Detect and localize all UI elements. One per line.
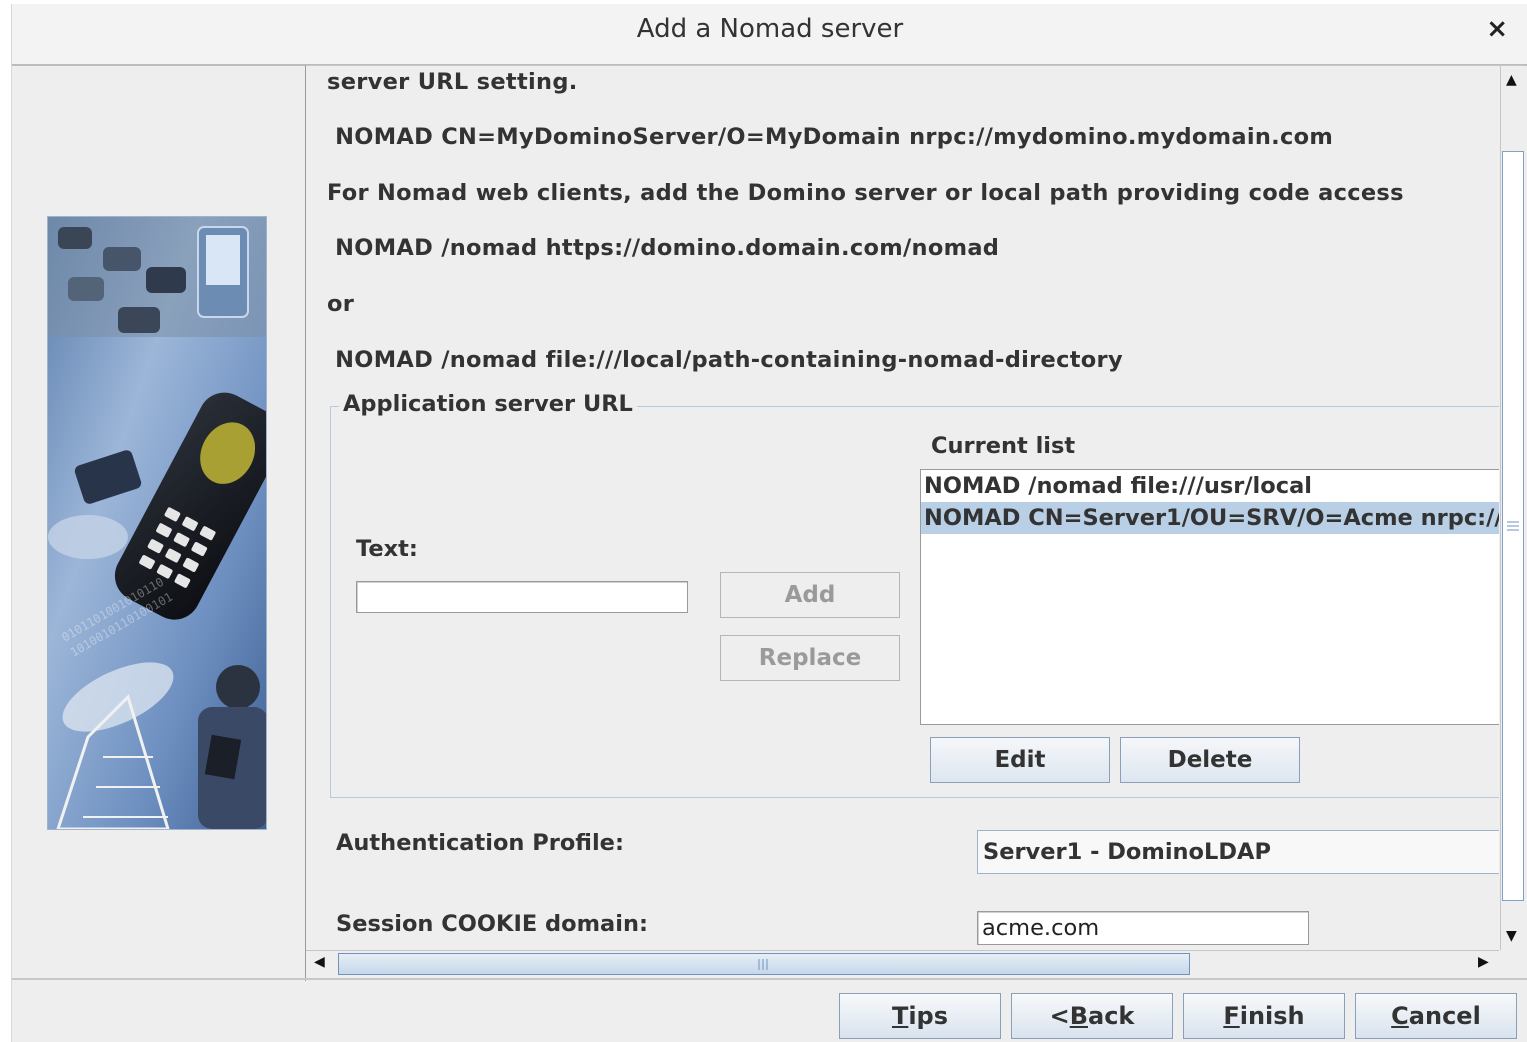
dialog-title: Add a Nomad server	[636, 14, 904, 44]
vertical-scroll-thumb[interactable]	[1502, 151, 1524, 901]
scroll-right-arrow-icon[interactable]: ▶	[1478, 954, 1489, 970]
instruction-line-1: server URL setting.	[327, 69, 578, 95]
authentication-profile-label: Authentication Profile:	[336, 830, 624, 856]
finish-label-rest: inish	[1239, 1002, 1305, 1030]
add-button[interactable]: Add	[720, 572, 900, 618]
finish-button[interactable]: Finish	[1183, 993, 1345, 1039]
horizontal-scrollbar[interactable]: ◀ ▶	[306, 950, 1499, 976]
group-legend: Application server URL	[339, 391, 637, 417]
current-list-item-selected[interactable]: NOMAD CN=Server1/OU=SRV/O=Acme nrpc://se…	[921, 502, 1499, 534]
back-mnemonic: B	[1069, 1002, 1088, 1030]
footer-separator	[12, 978, 1527, 980]
session-cookie-domain-label: Session COOKIE domain:	[336, 911, 648, 937]
instruction-example-file: NOMAD /nomad file:///local/path-containi…	[327, 347, 1123, 373]
tips-label-rest: ips	[908, 1002, 949, 1030]
instruction-line-web-clients: For Nomad web clients, add the Domino se…	[327, 180, 1404, 206]
instruction-example-nrpc: NOMAD CN=MyDominoServer/O=MyDomain nrpc:…	[327, 124, 1334, 150]
back-prefix: <	[1049, 1002, 1070, 1030]
back-button[interactable]: <Back	[1011, 993, 1173, 1039]
add-nomad-server-dialog: Add a Nomad server × 0101101001010110 10…	[11, 4, 1527, 1042]
instruction-or: or	[327, 291, 355, 317]
close-icon[interactable]: ×	[1486, 14, 1508, 44]
scroll-up-arrow-icon[interactable]: ▲	[1506, 72, 1517, 88]
text-input[interactable]	[356, 581, 688, 613]
instruction-example-https: NOMAD /nomad https://domino.domain.com/n…	[327, 235, 1000, 261]
vertical-scrollbar[interactable]: ▲ ▼	[1500, 66, 1526, 950]
cancel-mnemonic: C	[1391, 1002, 1409, 1030]
finish-mnemonic: F	[1223, 1002, 1240, 1030]
current-list[interactable]: NOMAD /nomad file:///usr/local NOMAD CN=…	[920, 469, 1499, 725]
scroll-viewport: server URL setting. NOMAD CN=MyDominoSer…	[306, 66, 1499, 950]
tips-mnemonic: T	[891, 1002, 909, 1030]
text-label: Text:	[356, 536, 418, 562]
cancel-label-rest: ancel	[1408, 1002, 1481, 1030]
authentication-profile-select[interactable]: Server1 - DominoLDAP	[977, 830, 1499, 874]
scroll-down-arrow-icon[interactable]: ▼	[1506, 928, 1517, 944]
current-list-label: Current list	[931, 433, 1076, 459]
wizard-banner-image: 0101101001010110 1010010110100101	[47, 216, 267, 830]
replace-button[interactable]: Replace	[720, 635, 900, 681]
title-bar: Add a Nomad server ×	[12, 4, 1527, 66]
delete-button[interactable]: Delete	[1120, 737, 1300, 783]
edit-button[interactable]: Edit	[930, 737, 1110, 783]
scroll-pane: server URL setting. NOMAD CN=MyDominoSer…	[305, 65, 1526, 981]
cancel-button[interactable]: Cancel	[1355, 993, 1517, 1039]
tips-button[interactable]: Tips	[839, 993, 1001, 1039]
current-list-item[interactable]: NOMAD /nomad file:///usr/local	[921, 470, 1499, 502]
horizontal-scroll-thumb[interactable]	[338, 953, 1190, 975]
scroll-left-arrow-icon[interactable]: ◀	[314, 954, 325, 970]
back-label-rest: ack	[1088, 1002, 1135, 1030]
session-cookie-domain-input[interactable]	[977, 911, 1309, 945]
